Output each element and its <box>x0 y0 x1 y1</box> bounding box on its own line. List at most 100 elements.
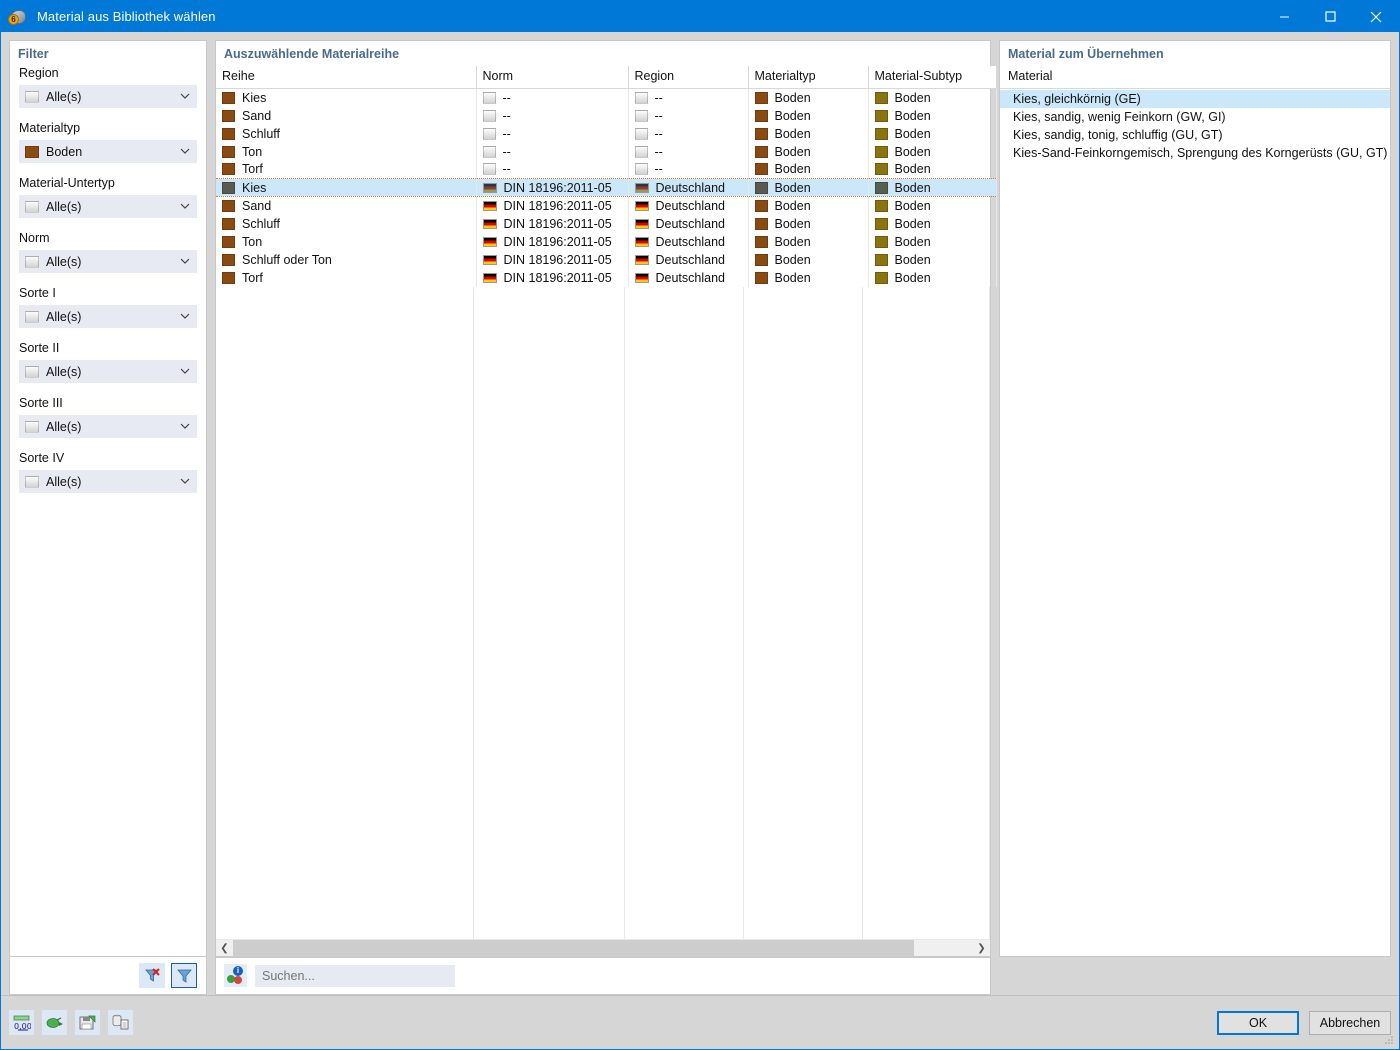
filter-label-material-untertyp: Material-Untertyp <box>19 176 115 190</box>
minimize-icon[interactable] <box>1261 1 1307 32</box>
list-item[interactable]: Kies, sandig, tonig, schluffig (GU, GT) <box>1000 126 1390 144</box>
cell-materialtyp: Boden <box>748 196 869 215</box>
ok-button[interactable]: OK <box>1217 1010 1299 1035</box>
table-row[interactable]: Ton -- -- Boden Boden <box>216 142 997 161</box>
material-color-swatch <box>874 91 888 104</box>
cell-materialtyp: Boden <box>748 142 869 161</box>
material-adopt-title: Material zum Übernehmen <box>1008 47 1164 61</box>
cell-text: Boden <box>774 144 811 159</box>
chevron-down-icon <box>176 258 194 265</box>
list-item[interactable]: Kies, sandig, wenig Feinkorn (GW, GI) <box>1000 108 1390 126</box>
table-row[interactable]: Ton DIN 18196:2011-05 Deutschland Boden Bode… <box>216 232 997 251</box>
column-header-norm[interactable]: Norm <box>476 66 629 89</box>
table-body: Kies -- -- Boden Boden Sand -- -- Boden Boden Schl… <box>216 88 997 287</box>
table-row[interactable]: Schluff DIN 18196:2011-05 Deutschland Boden… <box>216 214 997 233</box>
close-icon[interactable] <box>1353 1 1399 32</box>
table-row[interactable]: Sand DIN 18196:2011-05 Deutschland Boden Bod… <box>216 196 997 215</box>
cell-text: Boden <box>894 90 931 105</box>
table-row[interactable]: Sand -- -- Boden Boden <box>216 106 997 125</box>
material-library-icon: 6 <box>8 6 30 28</box>
search-input[interactable] <box>255 964 455 987</box>
cell-reihe: Schluff oder Ton <box>216 250 477 269</box>
filter-group-region: Region Alle(s) <box>19 66 197 108</box>
dialog-buttons: OK Abbrechen <box>1217 1010 1391 1035</box>
column-header-materialtyp[interactable]: Materialtyp <box>748 66 869 89</box>
column-header-reihe[interactable]: Reihe <box>216 66 477 89</box>
material-color-swatch <box>874 145 888 158</box>
cell-region: -- <box>628 160 749 179</box>
chevron-right-icon[interactable]: ❯ <box>973 940 990 957</box>
bottom-bar: 0,00 OK Abbrechen <box>1 995 1399 1049</box>
cell-reihe: Kies <box>216 178 477 197</box>
list-item[interactable]: Kies, gleichkörnig (GE) <box>1000 90 1390 108</box>
no-region-icon <box>634 127 648 140</box>
search-materials-icon[interactable]: i <box>224 964 247 987</box>
cell-text: Torf <box>242 162 263 177</box>
filter-label-sorte-i: Sorte I <box>19 286 56 300</box>
clear-filter-button[interactable] <box>139 962 165 988</box>
cell-region: Deutschland <box>628 250 749 269</box>
cell-text: Boden <box>894 216 931 231</box>
material-untertyp-dropdown[interactable]: Alle(s) <box>19 195 197 218</box>
cell-text: Boden <box>774 180 811 195</box>
norm-dropdown[interactable]: Alle(s) <box>19 250 197 273</box>
sorte-iii-dropdown[interactable]: Alle(s) <box>19 415 197 438</box>
cell-text: -- <box>654 126 663 141</box>
scrollbar-track[interactable] <box>233 939 973 957</box>
table-row[interactable]: Torf -- -- Boden Boden <box>216 160 997 179</box>
table-row[interactable]: Kies -- -- Boden Boden <box>216 88 997 107</box>
table-header-row: Reihe Norm Region Materialtyp Material-S… <box>216 66 997 89</box>
cell-materialtyp: Boden <box>748 124 869 143</box>
toolbar: 0,00 <box>9 1010 133 1035</box>
column-header-material-subtyp[interactable]: Material-Subtyp <box>868 66 997 89</box>
cell-region: Deutschland <box>628 178 749 197</box>
maximize-icon[interactable] <box>1307 1 1353 32</box>
column-header-region[interactable]: Region <box>628 66 749 89</box>
filter-label-materialtyp: Materialtyp <box>19 121 81 135</box>
color-swatch <box>25 420 39 433</box>
filter-group-sorte-ii: Sorte II Alle(s) <box>19 341 197 383</box>
color-swatch <box>25 365 39 378</box>
flag-germany-icon <box>482 200 497 211</box>
table-row[interactable]: Torf DIN 18196:2011-05 Deutschland Boden Bod… <box>216 268 997 287</box>
export-plug-icon[interactable] <box>42 1010 67 1035</box>
apply-filter-button[interactable] <box>171 962 197 988</box>
material-color-swatch <box>754 127 768 140</box>
filter-group-sorte-i: Sorte I Alle(s) <box>19 286 197 328</box>
database-document-icon[interactable] <box>108 1010 133 1035</box>
sorte-iv-dropdown-value: Alle(s) <box>46 474 82 489</box>
material-color-swatch <box>874 271 888 284</box>
sorte-iv-dropdown[interactable]: Alle(s) <box>19 470 197 493</box>
resize-grip[interactable] <box>1383 1034 1395 1046</box>
cell-region: Deutschland <box>628 232 749 251</box>
filter-actions-pane <box>9 957 207 995</box>
cell-norm: DIN 18196:2011-05 <box>476 250 629 269</box>
cell-text: Deutschland <box>655 252 726 267</box>
table-row[interactable]: Schluff -- -- Boden Boden <box>216 124 997 143</box>
chevron-left-icon[interactable]: ❮ <box>216 940 233 957</box>
cell-text: Deutschland <box>655 216 726 231</box>
material-adopt-pane: Material zum Übernehmen Material Kies, g… <box>999 40 1391 957</box>
cell-material-subtyp: Boden <box>868 160 997 179</box>
cell-text: Ton <box>242 144 263 159</box>
list-item-label: Kies, sandig, wenig Feinkorn (GW, GI) <box>1013 110 1226 124</box>
cell-text: DIN 18196:2011-05 <box>503 234 612 249</box>
materialtyp-dropdown[interactable]: Boden <box>19 140 197 163</box>
table-row[interactable]: Schluff oder Ton DIN 18196:2011-05 Deutsch… <box>216 250 997 269</box>
list-item[interactable]: Kies-Sand-Feinkorngemisch, Sprengung des… <box>1000 144 1390 162</box>
scrollbar-thumb[interactable] <box>233 939 914 957</box>
cell-material-subtyp: Boden <box>868 250 997 269</box>
region-dropdown[interactable]: Alle(s) <box>19 85 197 108</box>
table-row[interactable]: Kies DIN 18196:2011-05 Deutschland Boden Bod… <box>216 178 997 197</box>
number-format-icon[interactable]: 0,00 <box>9 1010 34 1035</box>
chevron-down-icon <box>176 93 194 100</box>
flag-germany-icon <box>634 182 649 193</box>
cell-text: Deutschland <box>655 180 726 195</box>
sorte-i-dropdown[interactable]: Alle(s) <box>19 305 197 328</box>
sorte-ii-dropdown[interactable]: Alle(s) <box>19 360 197 383</box>
cell-region: -- <box>628 124 749 143</box>
save-disk-icon[interactable] <box>75 1010 100 1035</box>
cell-reihe: Schluff <box>216 124 477 143</box>
horizontal-scrollbar[interactable]: ❮ ❯ <box>216 939 990 957</box>
cancel-button[interactable]: Abbrechen <box>1309 1010 1391 1035</box>
